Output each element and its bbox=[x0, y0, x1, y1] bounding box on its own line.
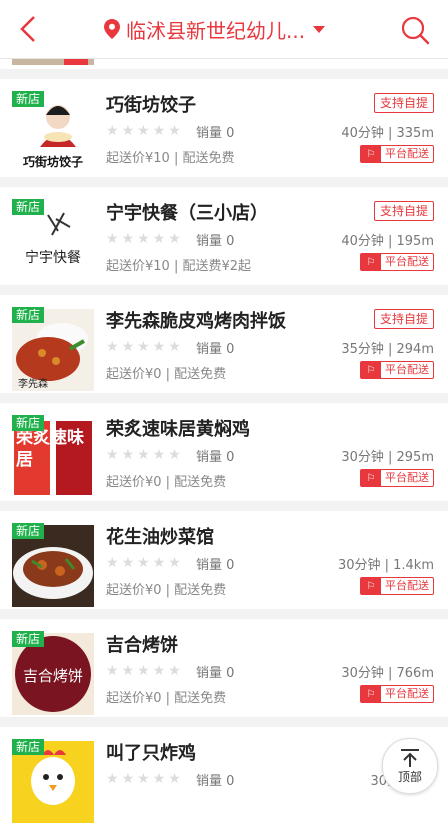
new-shop-badge: 新店 bbox=[12, 199, 45, 215]
time-distance: 40分钟 | 195m bbox=[341, 234, 434, 249]
new-shop-badge: 新店 bbox=[12, 307, 45, 323]
sales-count: 销量 0 bbox=[196, 450, 235, 465]
new-shop-badge: 新店 bbox=[12, 415, 45, 431]
shop-card[interactable]: 新店 吉合烤饼 吉合烤饼 ★ ★ ★ ★ ★ 销量 0 30分钟 | 766m 起送价¥… bbox=[0, 619, 448, 717]
delivery-label: 平台配送 bbox=[385, 255, 429, 268]
rating-stars: ★ ★ ★ ★ ★ bbox=[106, 771, 181, 787]
delivery-rider-icon: ⚐ bbox=[361, 362, 381, 378]
pickup-tag: 支持自提 bbox=[373, 201, 434, 221]
rating-stars: ★ ★ ★ ★ ★ bbox=[106, 447, 181, 463]
sales-count: 销量 0 bbox=[196, 558, 235, 573]
platform-delivery-tag: ⚐ 平台配送 bbox=[360, 361, 434, 379]
delivery-rider-icon: ⚐ bbox=[361, 578, 381, 594]
chevron-left-icon bbox=[20, 16, 35, 42]
delivery-fee-info: 起送价¥10 | 配送费¥2起 bbox=[106, 259, 251, 274]
new-shop-badge: 新店 bbox=[12, 523, 45, 539]
delivery-rider-icon: ⚐ bbox=[361, 254, 381, 270]
top-bar: 临沭县新世纪幼儿... bbox=[0, 0, 448, 59]
delivery-label: 平台配送 bbox=[385, 363, 429, 376]
delivery-label: 平台配送 bbox=[385, 471, 429, 484]
platform-delivery-tag: ⚐ 平台配送 bbox=[360, 253, 434, 271]
delivery-rider-icon: ⚐ bbox=[361, 470, 381, 486]
shop-name: 巧街坊饺子 bbox=[106, 95, 196, 116]
caret-down-icon bbox=[313, 25, 326, 33]
sales-count: 销量 0 bbox=[196, 666, 235, 681]
delivery-fee-info: 起送价¥0 | 配送免费 bbox=[106, 475, 227, 490]
pickup-tag: 支持自提 bbox=[373, 93, 434, 113]
time-distance: 30分钟 | 295m bbox=[341, 450, 434, 465]
rating-stars: ★ ★ ★ ★ ★ bbox=[106, 123, 181, 139]
delivery-fee-info: 起送价¥0 | 配送免费 bbox=[106, 367, 227, 382]
shop-list: 新店 巧街坊饺子 巧街坊饺子 支持自提 ★ ★ ★ ★ ★ 销量 0 40分钟 | 33… bbox=[0, 59, 448, 825]
shop-logo-text: 吉合烤饼 bbox=[22, 667, 83, 685]
shop-card[interactable]: 新店 荣炙速味居 荣炙速味居黄焖鸡 ★ ★ ★ ★ ★ 销量 0 30分钟 | 295m… bbox=[0, 403, 448, 501]
shop-name: 花生油炒菜馆 bbox=[106, 527, 214, 548]
partial-list-item bbox=[0, 59, 448, 69]
platform-delivery-tag: ⚐ 平台配送 bbox=[360, 145, 434, 163]
shop-badge-partial bbox=[64, 59, 88, 65]
back-to-top-button[interactable]: 顶部 bbox=[382, 738, 438, 794]
delivery-rider-icon: ⚐ bbox=[361, 146, 381, 162]
shop-logo-text: 荣炙速味居 bbox=[16, 428, 84, 470]
shop-logo-text: 宁宇快餐 bbox=[25, 250, 81, 266]
location-text: 临沭县新世纪幼儿... bbox=[126, 18, 306, 43]
search-button[interactable] bbox=[398, 13, 432, 47]
shop-card[interactable]: 新店 花生油炒菜馆 ★ ★ ★ ★ ★ 销量 0 30分钟 | 1.4km 起送价¥0 … bbox=[0, 511, 448, 609]
back-to-top-label: 顶部 bbox=[397, 769, 422, 784]
sales-count: 销量 0 bbox=[196, 234, 235, 249]
shop-name: 宁宇快餐（三小店） bbox=[106, 203, 268, 224]
delivery-fee-info: 起送价¥0 | 配送免费 bbox=[106, 691, 227, 706]
rating-stars: ★ ★ ★ ★ ★ bbox=[106, 555, 181, 571]
shop-name: 李先森脆皮鸡烤肉拌饭 bbox=[106, 311, 286, 332]
location-selector[interactable]: 临沭县新世纪幼儿... bbox=[104, 14, 326, 44]
sales-count: 销量 0 bbox=[196, 774, 235, 789]
shop-logo-text: 巧街坊饺子 bbox=[22, 155, 83, 169]
shop-card[interactable]: 新店 李先森 李先森脆皮鸡烤肉拌饭 支持自提 ★ ★ ★ ★ ★ 销量 0 35分钟 |… bbox=[0, 295, 448, 393]
time-distance: 35分钟 | 294m bbox=[341, 342, 434, 357]
new-shop-badge: 新店 bbox=[12, 739, 45, 755]
shop-logo-text: 李先森 bbox=[18, 379, 48, 390]
rating-stars: ★ ★ ★ ★ ★ bbox=[106, 231, 181, 247]
delivery-fee-info: 起送价¥10 | 配送免费 bbox=[106, 151, 235, 166]
rating-stars: ★ ★ ★ ★ ★ bbox=[106, 339, 181, 355]
shop-card[interactable]: 新店 叫了只炸鸡 ★★★★★ 销量 0 30分钟 | 9 bbox=[0, 727, 448, 825]
new-shop-badge: 新店 bbox=[12, 631, 45, 647]
shop-name: 荣炙速味居黄焖鸡 bbox=[106, 419, 250, 440]
time-distance: 30分钟 | 766m bbox=[341, 666, 434, 681]
pickup-tag: 支持自提 bbox=[373, 309, 434, 329]
platform-delivery-tag: ⚐ 平台配送 bbox=[360, 577, 434, 595]
platform-delivery-tag: ⚐ 平台配送 bbox=[360, 685, 434, 703]
location-pin-icon bbox=[104, 19, 120, 39]
delivery-label: 平台配送 bbox=[385, 579, 429, 592]
shop-name: 叫了只炸鸡 bbox=[106, 743, 196, 764]
new-shop-badge: 新店 bbox=[12, 91, 45, 107]
time-distance: 30分钟 | 1.4km bbox=[337, 558, 434, 573]
delivery-label: 平台配送 bbox=[385, 687, 429, 700]
arrow-up-icon bbox=[401, 748, 419, 767]
search-icon bbox=[401, 16, 430, 45]
platform-delivery-tag: ⚐ 平台配送 bbox=[360, 469, 434, 487]
rating-stars: ★ ★ ★ ★ ★ bbox=[106, 663, 181, 679]
back-button[interactable] bbox=[12, 12, 46, 46]
sales-count: 销量 0 bbox=[196, 342, 235, 357]
delivery-rider-icon: ⚐ bbox=[361, 686, 381, 702]
shop-name: 吉合烤饼 bbox=[106, 635, 178, 656]
shop-card[interactable]: 新店 宁宇快餐 宁宇快餐（三小店） 支持自提 ★ ★ ★ ★ ★ 销量 0 40分钟 |… bbox=[0, 187, 448, 285]
time-distance: 40分钟 | 335m bbox=[341, 126, 434, 141]
delivery-fee-info: 起送价¥0 | 配送免费 bbox=[106, 583, 227, 598]
sales-count: 销量 0 bbox=[196, 126, 235, 141]
delivery-label: 平台配送 bbox=[385, 147, 429, 160]
shop-card[interactable]: 新店 巧街坊饺子 巧街坊饺子 支持自提 ★ ★ ★ ★ ★ 销量 0 40分钟 | 33… bbox=[0, 79, 448, 177]
